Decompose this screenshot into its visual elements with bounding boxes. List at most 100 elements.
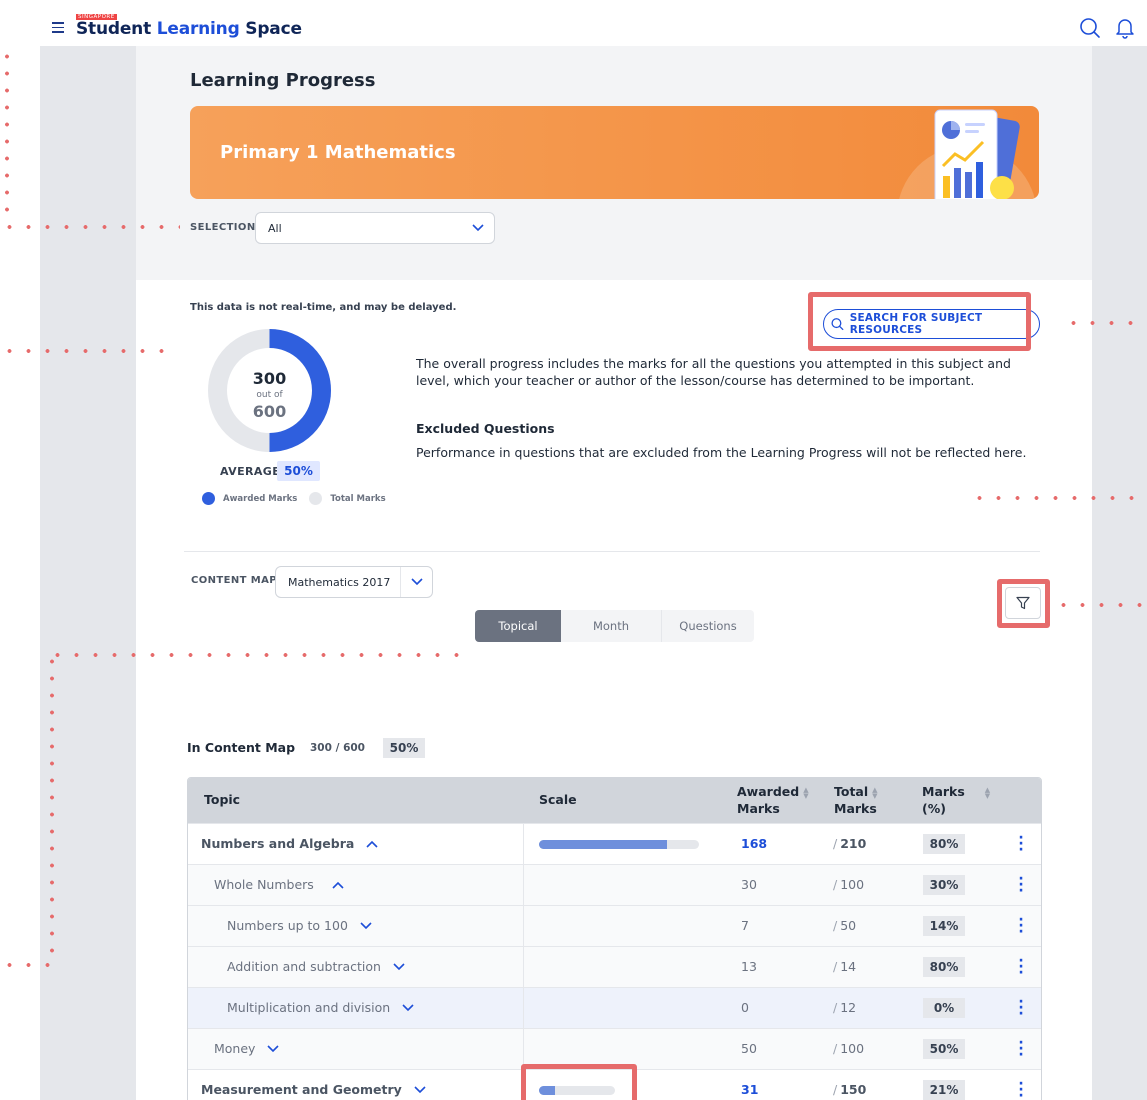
chevron-up-icon[interactable]: [366, 840, 378, 848]
more-options-icon[interactable]: · · ·: [1018, 913, 1024, 939]
bell-icon[interactable]: [1115, 17, 1135, 39]
more-options-icon[interactable]: · · ·: [1018, 872, 1024, 898]
in-content-map-ratio: 300 / 600: [310, 742, 365, 754]
hamburger-menu-icon[interactable]: [52, 22, 64, 33]
view-tabs: Topical Month Questions: [475, 610, 754, 642]
header-total-marks[interactable]: Total ▲ ▼ Marks: [834, 783, 878, 817]
chevron-down-icon[interactable]: [400, 567, 432, 597]
tab-month[interactable]: Month: [561, 610, 661, 642]
right-gutter: [1092, 46, 1147, 1100]
total-marks: 50: [840, 918, 857, 933]
annotation-line: [1054, 603, 1147, 607]
annotation-line: [0, 963, 54, 967]
annotation-line: [0, 225, 180, 229]
legend-awarded-label: Awarded Marks: [223, 493, 298, 504]
chevron-up-icon[interactable]: [332, 881, 344, 889]
more-options-icon[interactable]: · · ·: [1018, 831, 1024, 857]
total-marks: 14: [840, 959, 857, 974]
left-gutter: [40, 46, 136, 1100]
subject-banner: Primary 1 Mathematics: [190, 106, 1039, 199]
awarded-marks: 168: [741, 836, 768, 851]
chevron-down-icon[interactable]: [402, 1003, 414, 1012]
table-row[interactable]: Addition and subtraction 13 /14 80% · · ·: [188, 946, 1041, 988]
brand-word-space: Space: [245, 19, 302, 39]
awarded-marks: 31: [741, 1082, 759, 1097]
selection-value: All: [268, 222, 282, 235]
page-title: Learning Progress: [190, 70, 376, 91]
legend-total-dot: [309, 492, 323, 505]
header-scale: Scale: [539, 792, 577, 807]
chevron-down-icon[interactable]: [462, 213, 494, 243]
table-row[interactable]: Whole Numbers 30 /100 30% · · ·: [188, 864, 1041, 906]
topic-name: Measurement and Geometry: [201, 1082, 402, 1097]
topic-table: Topic Scale Awarded ▲ ▼ Marks Total ▲ ▼ Mark…: [187, 777, 1042, 1100]
sort-icon[interactable]: ▲ ▼: [803, 786, 808, 799]
chevron-down-icon[interactable]: [393, 962, 405, 971]
table-row[interactable]: Numbers and Algebra 168 /210 80% · · ·: [188, 823, 1041, 865]
excluded-title: Excluded Questions: [416, 421, 555, 436]
marks-percent: 30%: [923, 875, 965, 895]
total-marks: 100: [840, 1041, 865, 1056]
annotation-line: [0, 349, 176, 353]
progress-description: The overall progress includes the marks …: [416, 356, 1011, 388]
legend-total-label: Total Marks: [330, 493, 386, 504]
highlight-scale-bar: [521, 1064, 637, 1100]
search-icon[interactable]: [1079, 17, 1101, 39]
total-marks: 210: [840, 836, 867, 851]
divider: [184, 551, 1040, 552]
header-marks-percent[interactable]: Marks ▲ ▼ (%): [922, 783, 990, 817]
top-bar: SINGAPORE Student Learning Space: [40, 14, 1147, 46]
average-label: AVERAGE: [220, 465, 281, 478]
table-row[interactable]: Numbers up to 100 7 /50 14% · · ·: [188, 905, 1041, 947]
scale-bar: [539, 840, 699, 849]
marks-percent: 80%: [923, 957, 965, 977]
more-options-icon[interactable]: · · ·: [1018, 995, 1024, 1021]
tab-topical[interactable]: Topical: [475, 610, 561, 642]
annotation-line: [50, 653, 54, 965]
donut-legend: Awarded Marks Total Marks: [202, 492, 386, 505]
marks-percent: 50%: [923, 1039, 965, 1059]
awarded-marks: 50: [741, 1041, 757, 1056]
content-map-dropdown[interactable]: Mathematics 2017: [275, 566, 433, 598]
header-awarded-marks[interactable]: Awarded ▲ ▼ Marks: [737, 783, 809, 817]
more-options-icon[interactable]: · · ·: [1018, 954, 1024, 980]
marks-percent: 21%: [923, 1080, 965, 1100]
scale-bar-fill: [539, 840, 667, 849]
more-options-icon[interactable]: · · ·: [1018, 1036, 1024, 1062]
highlight-filter-button: [997, 579, 1050, 628]
tab-questions[interactable]: Questions: [661, 610, 754, 642]
highlight-search-button: [808, 292, 1031, 351]
selection-dropdown[interactable]: All: [255, 212, 495, 244]
topic-name: Numbers up to 100: [227, 918, 348, 933]
topic-name: Multiplication and division: [227, 1000, 391, 1015]
content-map-label: CONTENT MAP: [191, 575, 277, 586]
chevron-down-icon[interactable]: [267, 1044, 280, 1053]
table-row[interactable]: Money 50 /100 50% · · ·: [188, 1028, 1041, 1070]
topic-name: Numbers and Algebra: [201, 836, 355, 851]
marks-percent: 14%: [923, 916, 965, 936]
table-row[interactable]: Multiplication and division 0 /12 0% · · ·: [188, 987, 1041, 1029]
excluded-text: Performance in questions that are exclud…: [416, 445, 1027, 460]
chevron-down-icon[interactable]: [414, 1085, 426, 1094]
table-header: Topic Scale Awarded ▲ ▼ Marks Total ▲ ▼ Mark…: [188, 778, 1041, 823]
sort-icon[interactable]: ▲ ▼: [872, 786, 877, 799]
legend-awarded-dot: [202, 492, 215, 505]
header-topic[interactable]: Topic: [204, 792, 240, 807]
delay-note: This data is not real-time, and may be d…: [190, 302, 457, 313]
more-options-icon[interactable]: · · ·: [1018, 1077, 1024, 1100]
annotation-line: [48, 653, 468, 657]
annotation-line: [970, 496, 1147, 500]
brand-word-student: Student: [76, 19, 152, 39]
awarded-marks: 30: [741, 877, 757, 892]
awarded-marks: 7: [741, 918, 749, 933]
sort-icon[interactable]: ▲ ▼: [985, 786, 990, 799]
marks-percent: 80%: [923, 834, 965, 854]
marks-percent: 0%: [923, 998, 965, 1018]
selection-label: SELECTION: [190, 222, 256, 233]
banner-title: Primary 1 Mathematics: [220, 142, 456, 163]
donut-out-of: out of: [256, 390, 283, 400]
brand-word-learning: Learning: [156, 19, 240, 39]
awarded-marks: 0: [741, 1000, 749, 1015]
content-map-value: Mathematics 2017: [288, 576, 391, 589]
chevron-down-icon[interactable]: [360, 921, 372, 930]
